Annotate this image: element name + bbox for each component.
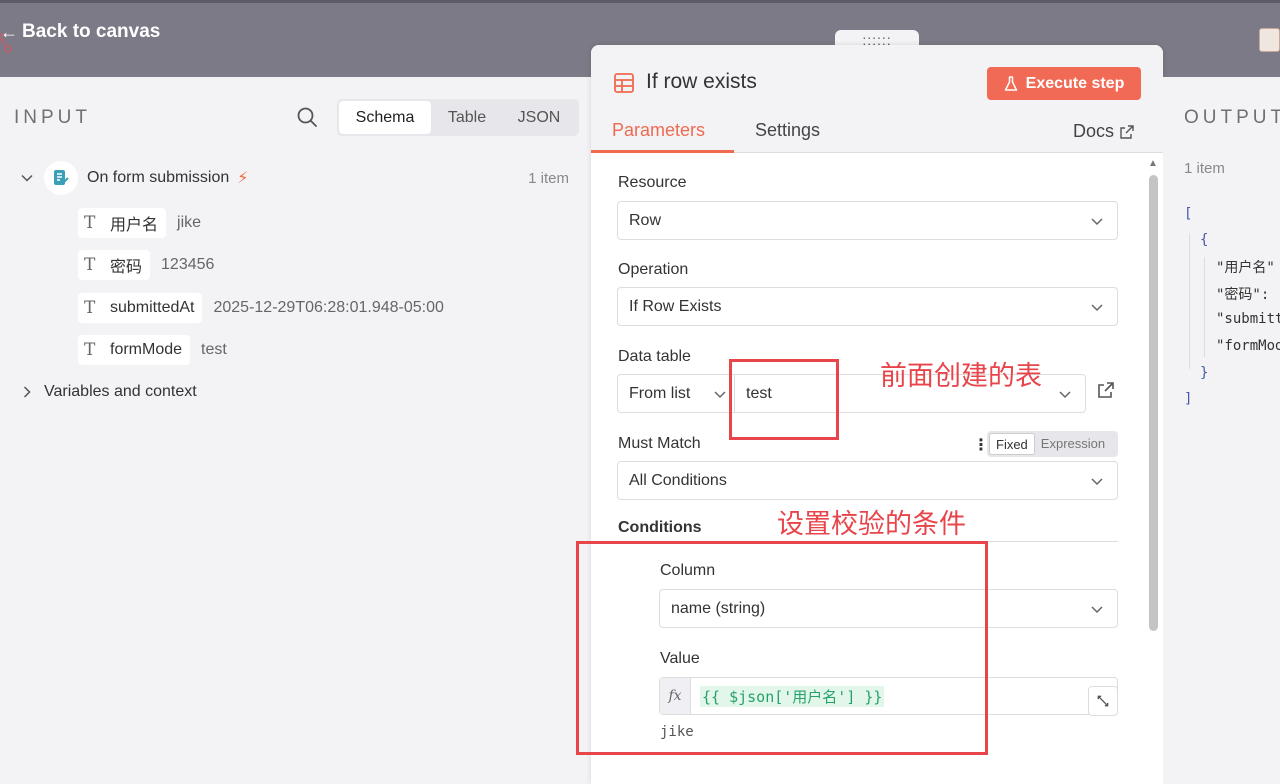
resource-value: Row	[629, 211, 662, 229]
data-table-label: Data table	[618, 348, 691, 365]
data-table-mode-value: From list	[629, 384, 691, 402]
toggle-fixed[interactable]: Fixed	[989, 433, 1035, 455]
must-match-select[interactable]: All Conditions	[617, 461, 1118, 500]
field-value: test	[201, 341, 227, 358]
field-name: 密码	[110, 259, 143, 276]
field-name: submittedAt	[110, 299, 195, 316]
json-line: {	[1200, 232, 1209, 248]
chevron-down-icon	[1091, 606, 1103, 614]
chevron-down-icon[interactable]	[20, 171, 34, 185]
operation-select[interactable]: If Row Exists	[617, 287, 1118, 326]
tab-settings[interactable]: Settings	[755, 120, 820, 141]
field-chip[interactable]: T submittedAt	[78, 293, 203, 323]
chevron-down-icon	[1091, 218, 1103, 226]
resource-select[interactable]: Row	[617, 201, 1118, 240]
annotation-table-note: 前面创建的表	[880, 361, 1042, 392]
trigger-node-row[interactable]: On form submission ⚡ 1 item	[20, 161, 580, 195]
field-value: 123456	[161, 256, 215, 273]
back-to-canvas-label: Back to canvas	[22, 21, 161, 42]
schema-field-row: T 用户名 jike	[78, 208, 201, 238]
json-line: [	[1184, 206, 1193, 222]
conditions-label: Conditions	[618, 519, 702, 536]
scrollbar-thumb[interactable]	[1149, 175, 1158, 631]
tab-table[interactable]: Table	[431, 101, 503, 134]
flask-icon	[1004, 75, 1017, 91]
string-type-icon: T	[84, 298, 96, 318]
json-line: ]	[1184, 391, 1193, 407]
form-trigger-icon	[44, 161, 78, 195]
toggle-expression[interactable]: Expression	[1035, 433, 1111, 455]
variables-context-row[interactable]: Variables and context	[20, 383, 197, 401]
output-panel: OUTPUT 1 item [ { "用户名" "密码": "submitt "…	[1163, 77, 1280, 784]
annotation-box-data-table	[729, 359, 839, 440]
chevron-right-icon	[23, 386, 31, 398]
schema-field-row: T 密码 123456	[78, 250, 214, 280]
chevron-down-icon	[1059, 391, 1071, 399]
tab-json[interactable]: JSON	[503, 101, 575, 134]
table-icon	[614, 73, 634, 93]
active-tab-indicator	[591, 150, 734, 153]
tab-parameters[interactable]: Parameters	[612, 120, 705, 141]
json-line: "密码":	[1216, 287, 1270, 303]
view-mode-tabs: Schema Table JSON	[337, 99, 579, 136]
execute-step-label: Execute step	[1025, 74, 1125, 92]
must-match-label: Must Match	[618, 435, 701, 452]
execute-step-button[interactable]: Execute step	[987, 67, 1141, 100]
chevron-down-icon	[1091, 304, 1103, 312]
expand-editor-icon[interactable]	[1088, 686, 1118, 716]
item-count: 1 item	[528, 169, 569, 187]
field-value: jike	[177, 214, 202, 231]
json-line: "formMod	[1216, 338, 1280, 354]
trigger-node-name: On form submission	[87, 169, 230, 186]
operation-label: Operation	[618, 261, 689, 278]
json-indent-guide	[1204, 257, 1205, 357]
field-chip[interactable]: T 密码	[78, 250, 151, 280]
output-item-count: 1 item	[1184, 160, 1225, 177]
arrow-left-icon: ←	[0, 21, 18, 42]
annotation-box-conditions	[576, 541, 988, 755]
output-panel-title: OUTPUT	[1184, 107, 1280, 128]
docs-link[interactable]: Docs	[1073, 121, 1134, 142]
scroll-up-arrow-icon[interactable]: ▲	[1148, 158, 1158, 169]
schema-field-row: T formMode test	[78, 335, 227, 365]
dialog-header: If row exists Execute step Parameters Se…	[591, 45, 1163, 153]
tab-schema[interactable]: Schema	[339, 101, 431, 134]
chevron-down-icon	[714, 391, 726, 399]
docs-label: Docs	[1073, 121, 1115, 141]
data-table-mode-select[interactable]: From list	[617, 374, 735, 413]
variables-context-label: Variables and context	[44, 383, 197, 400]
chevron-down-icon	[1091, 478, 1103, 486]
operation-value: If Row Exists	[629, 297, 722, 315]
string-type-icon: T	[84, 255, 96, 275]
json-indent-guide	[1189, 233, 1190, 369]
json-line: "用户名"	[1216, 260, 1275, 276]
resource-label: Resource	[618, 174, 687, 191]
json-line: "submitt	[1216, 311, 1280, 327]
field-value: 2025-12-29T06:28:01.948-05:00	[213, 299, 444, 316]
must-match-value: All Conditions	[629, 471, 727, 489]
external-link-icon	[1120, 124, 1134, 139]
field-name: 用户名	[110, 217, 159, 234]
back-to-canvas-button[interactable]: ← Back to canvas	[0, 21, 160, 43]
field-chip[interactable]: T formMode	[78, 335, 191, 365]
field-chip[interactable]: T 用户名	[78, 208, 167, 238]
lightning-icon: ⚡	[237, 170, 249, 187]
string-type-icon: T	[84, 340, 96, 360]
html-file-icon	[1259, 28, 1280, 52]
json-line: }	[1200, 365, 1209, 381]
schema-field-row: T submittedAt 2025-12-29T06:28:01.948-05…	[78, 293, 444, 323]
annotation-conditions-note: 设置校验的条件	[777, 509, 966, 540]
open-table-external-link-icon[interactable]	[1096, 380, 1116, 400]
string-type-icon: T	[84, 213, 96, 233]
field-name: formMode	[110, 341, 183, 358]
fixed-expression-toggle: Fixed Expression	[987, 431, 1118, 457]
input-panel: INPUT Schema Table JSON On form submissi…	[0, 77, 591, 784]
node-title[interactable]: If row exists	[646, 70, 757, 94]
input-panel-title: INPUT	[14, 107, 91, 128]
search-icon[interactable]	[296, 106, 318, 128]
